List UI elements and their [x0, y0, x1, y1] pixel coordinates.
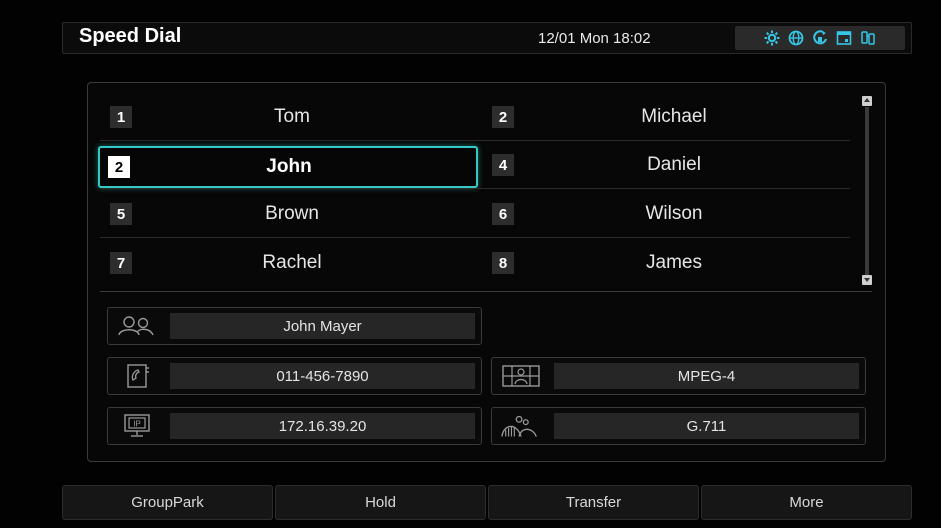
ip-monitor-icon: IP — [116, 413, 158, 439]
phone-number-value: 011-456-7890 — [170, 363, 475, 389]
entry-name: Daniel — [647, 154, 701, 175]
entry-number: 6 — [492, 203, 514, 225]
contact-name-value: John Mayer — [170, 313, 475, 339]
mobile-sync-icon — [859, 29, 877, 47]
speed-dial-row: 1 Tom 2 Michael — [100, 93, 858, 141]
speed-dial-panel: 1 Tom 2 Michael 2 John 4 Daniel 5 Brown … — [87, 82, 886, 462]
section-divider — [100, 291, 872, 292]
entry-name: Tom — [274, 106, 310, 127]
speed-dial-entry[interactable]: 8 James — [482, 244, 862, 282]
speed-dial-entry[interactable]: 1 Tom — [100, 98, 480, 136]
page-title: Speed Dial — [79, 25, 182, 47]
speed-dial-screen: Speed Dial 12/01 Mon 18:02 1 Tom 2 Micha… — [0, 0, 941, 528]
speed-dial-entry-selected[interactable]: 2 John — [98, 146, 478, 188]
entry-name: James — [646, 252, 702, 273]
entry-number: 5 — [110, 203, 132, 225]
speed-dial-entry[interactable]: 7 Rachel — [100, 244, 480, 282]
softkey-bar: GroupPark Hold Transfer More — [62, 485, 912, 520]
calendar-icon — [835, 29, 853, 47]
entry-name: Wilson — [645, 203, 703, 224]
settings-icon — [763, 29, 781, 47]
ip-address-field: IP 172.16.39.20 — [107, 407, 482, 445]
entry-name: Michael — [641, 106, 707, 127]
status-icon-tray — [735, 26, 905, 50]
entry-number: 2 — [492, 106, 514, 128]
entry-name: John — [266, 156, 312, 177]
ip-address-value: 172.16.39.20 — [170, 413, 475, 439]
speed-dial-entry[interactable]: 2 Michael — [482, 98, 862, 136]
speed-dial-entry[interactable]: 6 Wilson — [482, 195, 862, 233]
entry-number: 1 — [110, 106, 132, 128]
header-bar: Speed Dial 12/01 Mon 18:02 — [62, 22, 912, 54]
speed-dial-row: 5 Brown 6 Wilson — [100, 190, 858, 238]
video-codec-icon — [500, 363, 542, 389]
video-codec-field: MPEG-4 — [491, 357, 866, 395]
scroll-down-icon[interactable] — [862, 275, 872, 285]
grouppark-button[interactable]: GroupPark — [62, 485, 273, 520]
entry-number: 4 — [492, 154, 514, 176]
hold-button[interactable]: Hold — [275, 485, 486, 520]
call-forward-icon — [811, 29, 829, 47]
more-button[interactable]: More — [701, 485, 912, 520]
audio-codec-icon — [500, 413, 542, 439]
entry-number: 2 — [108, 156, 130, 178]
video-codec-value: MPEG-4 — [554, 363, 859, 389]
entry-name: Rachel — [262, 252, 322, 273]
speed-dial-row: 2 John 4 Daniel — [98, 141, 858, 189]
contact-icon — [116, 313, 158, 339]
phone-icon — [116, 363, 158, 389]
entry-name: Brown — [265, 203, 319, 224]
scrollbar-track[interactable] — [865, 107, 869, 275]
transfer-button[interactable]: Transfer — [488, 485, 699, 520]
speed-dial-row: 7 Rachel 8 James — [100, 239, 858, 287]
network-globe-icon — [787, 29, 805, 47]
entry-number: 7 — [110, 252, 132, 274]
svg-text:IP: IP — [133, 420, 141, 429]
speed-dial-entry[interactable]: 5 Brown — [100, 195, 480, 233]
row-divider — [100, 188, 850, 189]
row-divider — [100, 237, 850, 238]
audio-codec-value: G.711 — [554, 413, 859, 439]
entry-number: 8 — [492, 252, 514, 274]
contact-name-field: John Mayer — [107, 307, 482, 345]
list-scrollbar[interactable] — [860, 93, 874, 289]
phone-number-field: 011-456-7890 — [107, 357, 482, 395]
audio-codec-field: G.711 — [491, 407, 866, 445]
scroll-up-icon[interactable] — [862, 96, 872, 106]
speed-dial-list: 1 Tom 2 Michael 2 John 4 Daniel 5 Brown … — [98, 93, 858, 292]
datetime-display: 12/01 Mon 18:02 — [538, 30, 651, 47]
speed-dial-entry[interactable]: 4 Daniel — [482, 146, 862, 184]
